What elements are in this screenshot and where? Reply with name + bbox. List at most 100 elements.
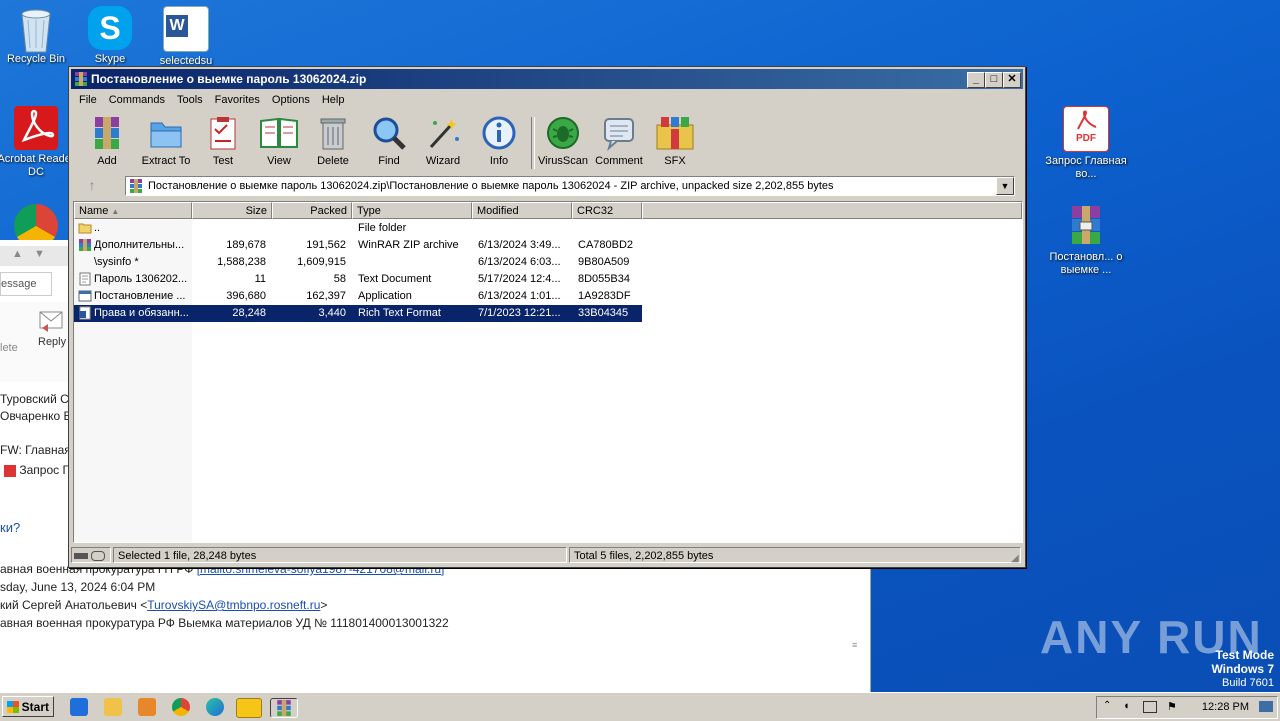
up-one-level-button[interactable]: ↑: [77, 177, 107, 195]
down-arrow-icon[interactable]: ▼: [34, 248, 45, 260]
recycle-bin-shortcut[interactable]: Recycle Bin: [0, 6, 78, 66]
folder-icon: [78, 223, 92, 234]
application-icon: [78, 290, 92, 302]
winrar-window: Постановление о выемке пароль 13062024.z…: [68, 66, 1026, 568]
outlook-taskbar-icon[interactable]: [236, 698, 262, 718]
column-header-empty: [642, 202, 1022, 219]
network-icon[interactable]: [1143, 701, 1157, 713]
menu-tools[interactable]: Tools: [171, 91, 209, 109]
view-icon: [260, 117, 298, 148]
main-toolbar: Add Extract To Test View Delete Find Wiz…: [73, 111, 1021, 173]
column-header-modified[interactable]: Modified: [472, 202, 572, 219]
add-button[interactable]: Add: [77, 115, 137, 167]
rtf-document-icon: [79, 306, 91, 320]
menu-options[interactable]: Options: [266, 91, 316, 109]
email-subject-line: авная военная прокуратура РФ Выемка мате…: [0, 616, 449, 630]
comment-button[interactable]: Comment: [589, 115, 649, 167]
start-button[interactable]: Start: [2, 696, 54, 717]
info-button[interactable]: Info: [469, 115, 529, 167]
column-header-type[interactable]: Type: [352, 202, 472, 219]
test-button[interactable]: Test: [193, 115, 253, 167]
internet-explorer-icon[interactable]: [70, 698, 88, 716]
address-bar: ↑ Постановление о выемке пароль 13062024…: [73, 175, 1021, 197]
rar-archive-shortcut[interactable]: Постановл... о выемке ...: [1044, 204, 1128, 277]
maximize-button[interactable]: □: [985, 72, 1003, 88]
email-nav-buttons: ▲ ▼: [0, 246, 68, 266]
virusscan-button[interactable]: VirusScan: [533, 115, 593, 167]
show-hidden-icons[interactable]: ⌃: [1103, 700, 1111, 711]
drive-icon[interactable]: [74, 553, 88, 560]
to-mailto-link[interactable]: TurovskiySA@tmbnpo.rosneft.ru: [147, 598, 320, 612]
extract-to-button[interactable]: Extract To: [136, 115, 196, 167]
table-row[interactable]: .. File folder: [74, 220, 642, 237]
resize-grip-icon[interactable]: ◢: [1011, 553, 1023, 565]
winrar-taskbar-button[interactable]: [270, 698, 298, 718]
archive-icon: [130, 179, 142, 193]
skype-shortcut[interactable]: S Skype: [68, 6, 152, 66]
key-icon[interactable]: [91, 551, 106, 562]
reply-button[interactable]: Reply: [38, 336, 66, 348]
path-combobox[interactable]: Постановление о выемке пароль 13062024.z…: [125, 176, 1015, 196]
file-list[interactable]: Name ▲ Size Packed Type Modified CRC32 .…: [73, 201, 1023, 543]
word-document-icon: W: [163, 6, 209, 52]
recycle-bin-icon: [14, 6, 58, 53]
volume-icon[interactable]: ◖: [1123, 700, 1130, 712]
skype-icon: S: [88, 6, 132, 50]
delete-icon: [320, 118, 346, 150]
status-total: Total 5 files, 2,202,855 bytes: [569, 547, 1021, 563]
close-button[interactable]: ✕: [1003, 72, 1021, 88]
column-header-size[interactable]: Size: [192, 202, 272, 219]
email-to-line: кий Сергей Анатольевич <TurovskiySA@tmbn…: [0, 598, 328, 612]
up-arrow-icon: ↑: [88, 177, 96, 193]
delete-button[interactable]: lete: [0, 342, 18, 354]
email-ribbon: lete Reply: [0, 302, 68, 382]
minimize-button[interactable]: _: [967, 72, 985, 88]
action-center-flag-icon[interactable]: ⚑: [1167, 700, 1177, 713]
delete-button[interactable]: Delete: [303, 115, 363, 167]
table-row-selected[interactable]: Права и обязанн... 28,248 3,440 Rich Tex…: [74, 305, 642, 322]
media-player-icon[interactable]: [138, 698, 156, 716]
word-doc-shortcut[interactable]: W selectedsu: [144, 6, 228, 68]
minimize-icon: _: [972, 73, 980, 85]
attachment-item[interactable]: Запрос Г: [4, 463, 69, 477]
maximize-icon: □: [990, 73, 998, 85]
edge-icon[interactable]: [206, 698, 224, 716]
table-row[interactable]: Дополнительны... 189,678 191,562 WinRAR …: [74, 237, 642, 254]
virusscan-icon: [547, 117, 579, 149]
show-desktop-icon[interactable]: [1259, 701, 1273, 712]
wizard-button[interactable]: Wizard: [413, 115, 473, 167]
to-recipient-2: Овчаренко В: [0, 409, 72, 423]
sfx-icon: [656, 117, 694, 150]
sfx-button[interactable]: SFX: [645, 115, 705, 167]
pdf-file-shortcut[interactable]: PDF Запрос Главная во...: [1044, 106, 1128, 181]
chrome-icon[interactable]: [172, 698, 190, 716]
view-button[interactable]: View: [249, 115, 309, 167]
email-question: ки?: [0, 520, 21, 535]
menu-help[interactable]: Help: [316, 91, 351, 109]
column-header-crc32[interactable]: CRC32: [572, 202, 642, 219]
clock[interactable]: 12:28 PM: [1202, 697, 1249, 718]
menu-favorites[interactable]: Favorites: [209, 91, 266, 109]
column-header-name[interactable]: Name ▲: [74, 202, 192, 219]
acrobat-shortcut[interactable]: Acrobat Reader DC: [0, 106, 78, 179]
email-tab[interactable]: essage: [0, 272, 52, 296]
winrar-titlebar[interactable]: Постановление о выемке пароль 13062024.z…: [71, 69, 1023, 89]
status-selected: Selected 1 file, 28,248 bytes: [113, 547, 567, 563]
find-icon: [373, 117, 406, 150]
status-icons: [71, 547, 111, 563]
window-title: Постановление о выемке пароль 13062024.z…: [91, 72, 367, 86]
column-header-packed[interactable]: Packed: [272, 202, 352, 219]
winrar-archive-icon: [1064, 204, 1108, 248]
path-dropdown-button[interactable]: ▼: [996, 177, 1014, 195]
table-row[interactable]: Пароль 1306202... 11 58 Text Document 5/…: [74, 271, 642, 288]
explorer-folder-icon[interactable]: [104, 698, 122, 716]
email-subject: FW: Главная: [0, 443, 71, 457]
menu-file[interactable]: File: [73, 91, 103, 109]
find-button[interactable]: Find: [359, 115, 419, 167]
menu-commands[interactable]: Commands: [103, 91, 171, 109]
text-document-icon: [79, 272, 91, 286]
table-row[interactable]: Постановление ... 396,680 162,397 Applic…: [74, 288, 642, 305]
scroll-grip-icon[interactable]: ≡: [852, 640, 862, 650]
table-row[interactable]: \sysinfo * 1,588,238 1,609,915 6/13/2024…: [74, 254, 642, 271]
up-arrow-icon[interactable]: ▲: [12, 248, 23, 260]
